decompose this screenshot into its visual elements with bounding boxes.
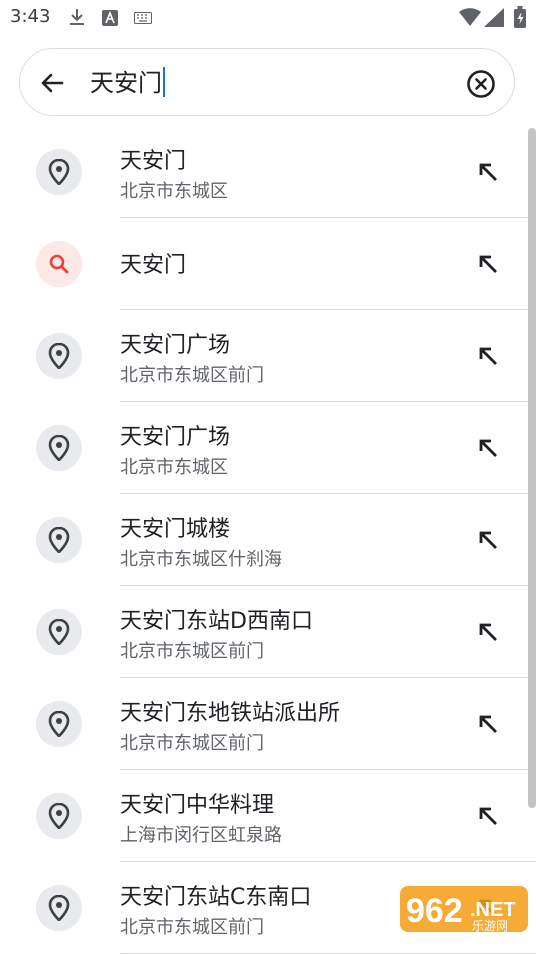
search-badge <box>36 241 82 287</box>
download-icon <box>70 9 84 25</box>
place-badge <box>36 609 82 655</box>
suggestion-subtitle: 北京市东城区什刹海 <box>120 549 282 570</box>
text-caret <box>163 67 165 97</box>
place-pin-icon <box>48 711 70 737</box>
clear-circle-icon <box>467 70 495 98</box>
fill-query-button[interactable] <box>474 802 502 830</box>
place-badge <box>36 425 82 471</box>
arrow-up-left-icon <box>479 163 497 181</box>
search-query: 天安门 <box>90 69 162 97</box>
back-button[interactable] <box>36 67 68 99</box>
fill-query-button[interactable] <box>474 250 502 278</box>
place-badge <box>36 701 82 747</box>
place-pin-icon <box>48 435 70 461</box>
signal-icon <box>484 8 504 27</box>
suggestion-subtitle: 北京市东城区前门 <box>120 917 264 938</box>
suggestion-row[interactable]: 天安门东站D西南口北京市东城区前门 <box>0 586 536 678</box>
place-badge <box>36 517 82 563</box>
fill-query-button[interactable] <box>474 526 502 554</box>
suggestion-row[interactable]: 天安门广场北京市东城区 <box>0 402 536 494</box>
arrow-back-icon <box>41 73 64 93</box>
search-bar: 天安门 <box>19 48 515 116</box>
fill-query-button[interactable] <box>474 434 502 462</box>
suggestion-subtitle: 北京市东城区 <box>120 181 228 202</box>
place-badge <box>36 149 82 195</box>
clear-button[interactable] <box>466 69 496 99</box>
status-time: 3:43 <box>10 6 51 27</box>
suggestion-subtitle: 北京市东城区 <box>120 457 228 478</box>
suggestion-subtitle: 北京市东城区前门 <box>120 641 264 662</box>
scrollbar[interactable] <box>528 128 536 808</box>
suggestion-title: 天安门广场 <box>120 425 231 450</box>
search-input[interactable]: 天安门 <box>90 67 165 99</box>
suggestion-subtitle: 北京市东城区前门 <box>120 733 264 754</box>
suggestion-row[interactable]: 天安门 北京市东城区 <box>0 126 536 218</box>
watermark-logo: 962 .NET 乐游网 <box>400 886 528 933</box>
place-pin-icon <box>48 619 70 645</box>
arrow-up-left-icon <box>479 715 497 733</box>
suggestion-row[interactable]: 天安门东地铁站派出所北京市东城区前门 <box>0 678 536 770</box>
suggestion-row[interactable]: 天安门城楼北京市东城区什刹海 <box>0 494 536 586</box>
keyboard-badge-icon <box>102 10 118 26</box>
suggestion-title: 天安门东地铁站派出所 <box>120 701 341 726</box>
arrow-up-left-icon <box>479 439 497 457</box>
suggestion-title: 天安门东站D西南口 <box>120 609 313 634</box>
place-pin-icon <box>48 343 70 369</box>
place-badge <box>36 885 82 931</box>
arrow-up-left-icon <box>479 347 497 365</box>
wifi-icon <box>459 8 481 26</box>
suggestion-title: 天安门广场 <box>120 333 231 358</box>
place-pin-icon <box>48 895 70 921</box>
place-pin-icon <box>48 803 70 829</box>
arrow-up-left-icon <box>479 255 497 273</box>
suggestion-list: 天安门 北京市东城区 天安门 天安门广场 北京市东城区前门 天安门广场 北京市东城区 天安门城… <box>0 126 536 954</box>
arrow-up-left-icon <box>479 623 497 641</box>
suggestion-row[interactable]: 天安门中华料理上海市闵行区虹泉路 <box>0 770 536 862</box>
suggestion-row[interactable]: 天安门广场北京市东城区前门 <box>0 310 536 402</box>
place-pin-icon <box>48 159 70 185</box>
suggestion-title: 天安门城楼 <box>120 517 231 542</box>
suggestion-subtitle: 北京市东城区前门 <box>120 365 264 386</box>
suggestion-title: 天安门东站C东南口 <box>120 885 312 910</box>
watermark-caption: 乐游网 <box>472 919 508 933</box>
suggestion-row[interactable]: 天安门 <box>0 218 536 310</box>
place-pin-icon <box>48 527 70 553</box>
suggestion-subtitle: 上海市闵行区虹泉路 <box>120 825 282 846</box>
battery-icon <box>514 6 526 28</box>
watermark-number: 962 <box>406 892 463 930</box>
arrow-up-left-icon <box>479 807 497 825</box>
fill-query-button[interactable] <box>474 618 502 646</box>
watermark-suffix: .NET <box>470 899 516 921</box>
suggestion-title: 天安门中华料理 <box>120 793 275 818</box>
suggestion-title: 天安门 <box>120 253 187 278</box>
place-badge <box>36 793 82 839</box>
keyboard-icon <box>134 12 152 24</box>
arrow-up-left-icon <box>479 531 497 549</box>
suggestion-title: 天安门 <box>120 149 187 174</box>
status-bar: 3:43 <box>0 0 536 36</box>
search-icon <box>49 254 69 274</box>
place-badge <box>36 333 82 379</box>
fill-query-button[interactable] <box>474 158 502 186</box>
fill-query-button[interactable] <box>474 342 502 370</box>
fill-query-button[interactable] <box>474 710 502 738</box>
